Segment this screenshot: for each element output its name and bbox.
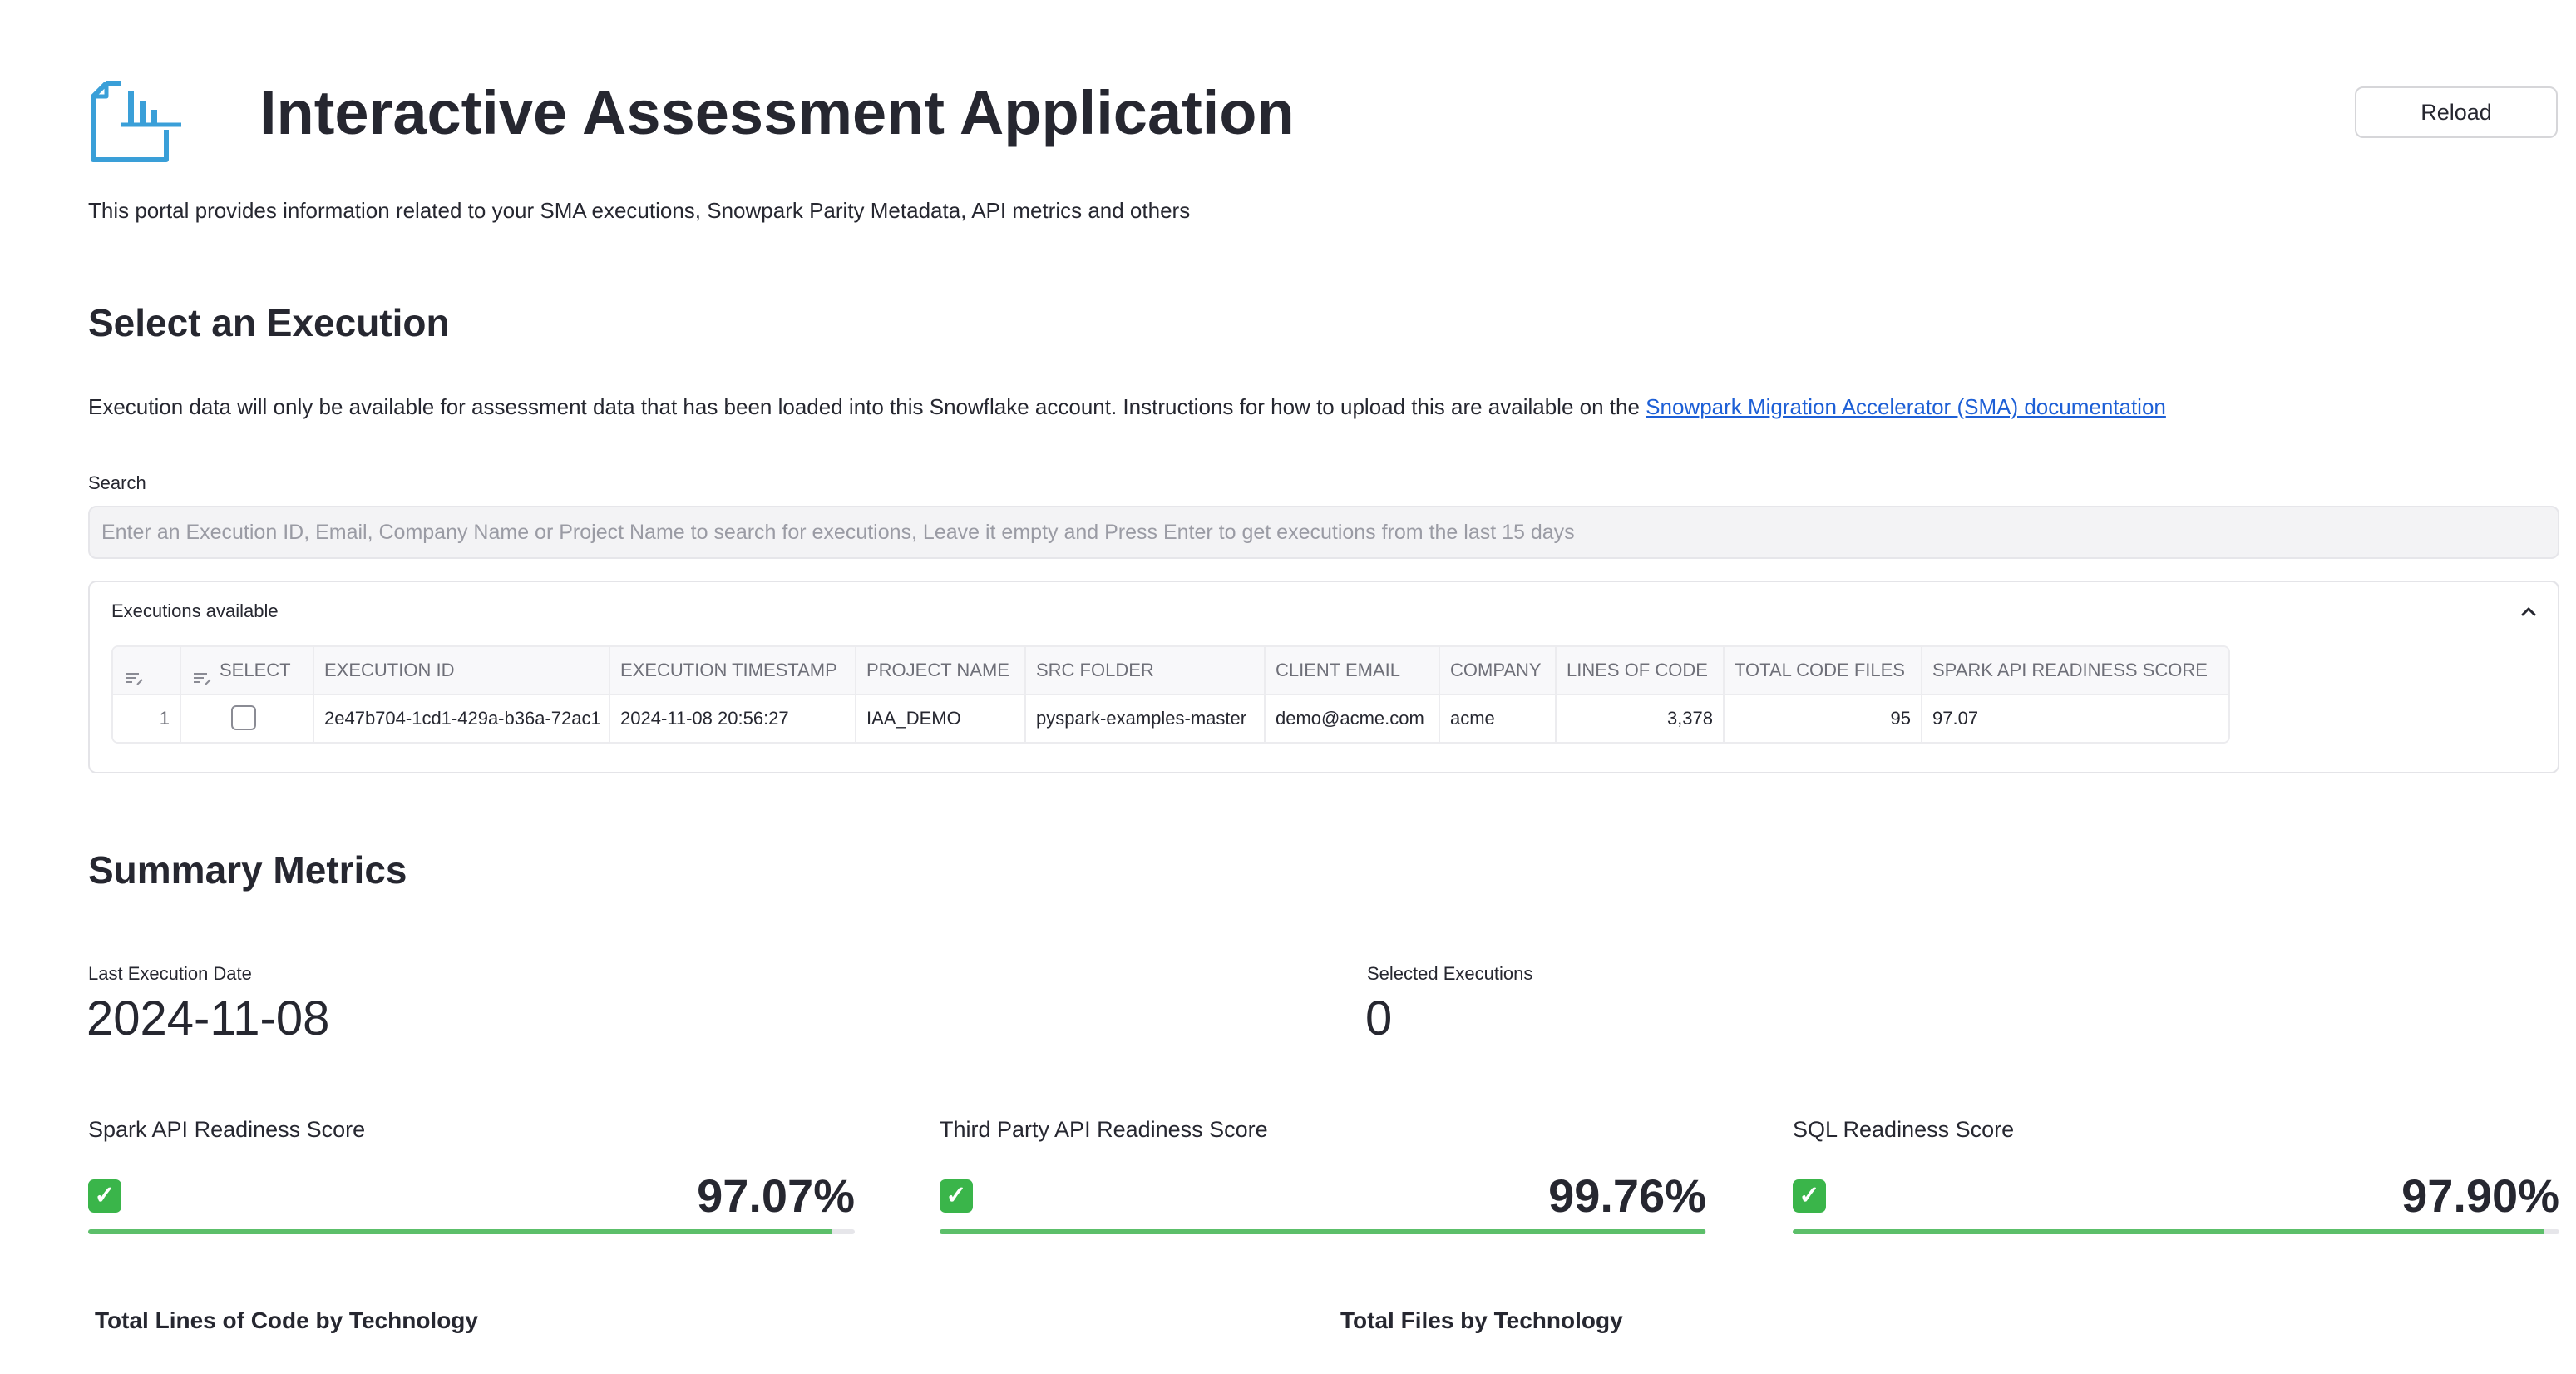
column-header-spark-api-readiness-score[interactable]: SPARK API READINESS SCORE bbox=[1922, 647, 2228, 694]
column-header-src-folder[interactable]: SRC FOLDER bbox=[1026, 647, 1266, 694]
check-mark-icon: ✓ bbox=[1793, 1179, 1826, 1213]
row-index: 1 bbox=[113, 695, 181, 742]
cell-spark-api-readiness-score[interactable]: 97.07 bbox=[1922, 695, 2228, 742]
score-label: Spark API Readiness Score bbox=[88, 1117, 366, 1142]
column-header-execution-id[interactable]: EXECUTION ID bbox=[314, 647, 610, 694]
search-label: Search bbox=[88, 472, 146, 493]
files-by-technology-chart-title: Total Files by Technology bbox=[1340, 1307, 1623, 1333]
selected-executions-label: Selected Executions bbox=[1367, 963, 1533, 984]
sma-documentation-link[interactable]: Snowpark Migration Accelerator (SMA) doc… bbox=[1646, 394, 2166, 419]
check-mark-icon: ✓ bbox=[88, 1179, 121, 1213]
score-card-third-party-api: Third Party API Readiness Score ✓ 99.76% bbox=[940, 1115, 1706, 1239]
score-progress-bar bbox=[940, 1229, 1706, 1234]
score-progress-fill bbox=[1793, 1229, 2544, 1234]
column-header-client-email[interactable]: CLIENT EMAIL bbox=[1266, 647, 1440, 694]
select-cell bbox=[181, 695, 314, 742]
lines-by-technology-chart-title: Total Lines of Code by Technology bbox=[95, 1307, 478, 1333]
column-header-total-code-files[interactable]: TOTAL CODE FILES bbox=[1725, 647, 1922, 694]
cell-company[interactable]: acme bbox=[1440, 695, 1557, 742]
score-progress-bar bbox=[88, 1229, 855, 1234]
column-header-select[interactable]: SELECT bbox=[181, 647, 314, 694]
check-mark-icon: ✓ bbox=[940, 1179, 973, 1213]
cell-client-email[interactable]: demo@acme.com bbox=[1266, 695, 1440, 742]
column-header-execution-timestamp[interactable]: EXECUTION TIMESTAMP bbox=[610, 647, 856, 694]
score-progress-bar bbox=[1793, 1229, 2559, 1234]
score-value: 97.90% bbox=[2401, 1169, 2559, 1222]
cell-project-name[interactable]: IAA_DEMO bbox=[856, 695, 1026, 742]
table-row[interactable]: 1 2e47b704-1cd1-429a-b36a-72ac1 2024-11-… bbox=[113, 695, 2228, 742]
report-document-icon bbox=[88, 78, 183, 166]
column-header-label: SELECT bbox=[220, 660, 291, 680]
reload-button[interactable]: Reload bbox=[2355, 86, 2558, 138]
chevron-up-icon[interactable] bbox=[2514, 597, 2543, 625]
row-index-header[interactable] bbox=[113, 647, 181, 694]
cell-execution-id[interactable]: 2e47b704-1cd1-429a-b36a-72ac1 bbox=[314, 695, 610, 742]
last-execution-date-value: 2024-11-08 bbox=[86, 991, 330, 1045]
executions-expander-title: Executions available bbox=[111, 601, 279, 621]
column-header-company[interactable]: COMPANY bbox=[1440, 647, 1557, 694]
selected-executions-value: 0 bbox=[1365, 991, 1393, 1045]
executions-table: SELECT EXECUTION ID EXECUTION TIMESTAMP … bbox=[111, 645, 2230, 744]
execution-description-text: Execution data will only be available fo… bbox=[88, 394, 1640, 419]
score-value: 97.07% bbox=[697, 1169, 855, 1222]
score-label: SQL Readiness Score bbox=[1793, 1117, 2015, 1142]
row-select-checkbox[interactable] bbox=[231, 705, 256, 730]
score-label: Third Party API Readiness Score bbox=[940, 1117, 1268, 1142]
cell-total-code-files[interactable]: 95 bbox=[1725, 695, 1922, 742]
score-card-sql: SQL Readiness Score ✓ 97.90% bbox=[1793, 1115, 2559, 1239]
column-menu-icon bbox=[191, 660, 213, 685]
score-value: 99.76% bbox=[1548, 1169, 1706, 1222]
score-progress-fill bbox=[88, 1229, 832, 1234]
execution-description: Execution data will only be available fo… bbox=[88, 393, 2166, 421]
executions-expander: Executions available SELECT EXECUTION ID… bbox=[88, 581, 2559, 773]
cell-src-folder[interactable]: pyspark-examples-master bbox=[1026, 695, 1266, 742]
summary-metrics-heading: Summary Metrics bbox=[88, 848, 407, 892]
search-input[interactable] bbox=[88, 506, 2559, 559]
last-execution-date-label: Last Execution Date bbox=[88, 963, 252, 984]
score-progress-fill bbox=[940, 1229, 1705, 1234]
select-execution-heading: Select an Execution bbox=[88, 301, 450, 344]
intro-text: This portal provides information related… bbox=[88, 198, 1191, 223]
app-title: Interactive Assessment Application bbox=[259, 78, 1295, 147]
column-menu-icon bbox=[123, 660, 145, 685]
score-card-spark-api: Spark API Readiness Score ✓ 97.07% bbox=[88, 1115, 855, 1239]
cell-execution-timestamp[interactable]: 2024-11-08 20:56:27 bbox=[610, 695, 856, 742]
column-header-lines-of-code[interactable]: LINES OF CODE bbox=[1557, 647, 1725, 694]
table-header-row: SELECT EXECUTION ID EXECUTION TIMESTAMP … bbox=[113, 647, 2228, 695]
column-header-project-name[interactable]: PROJECT NAME bbox=[856, 647, 1026, 694]
cell-lines-of-code[interactable]: 3,378 bbox=[1557, 695, 1725, 742]
